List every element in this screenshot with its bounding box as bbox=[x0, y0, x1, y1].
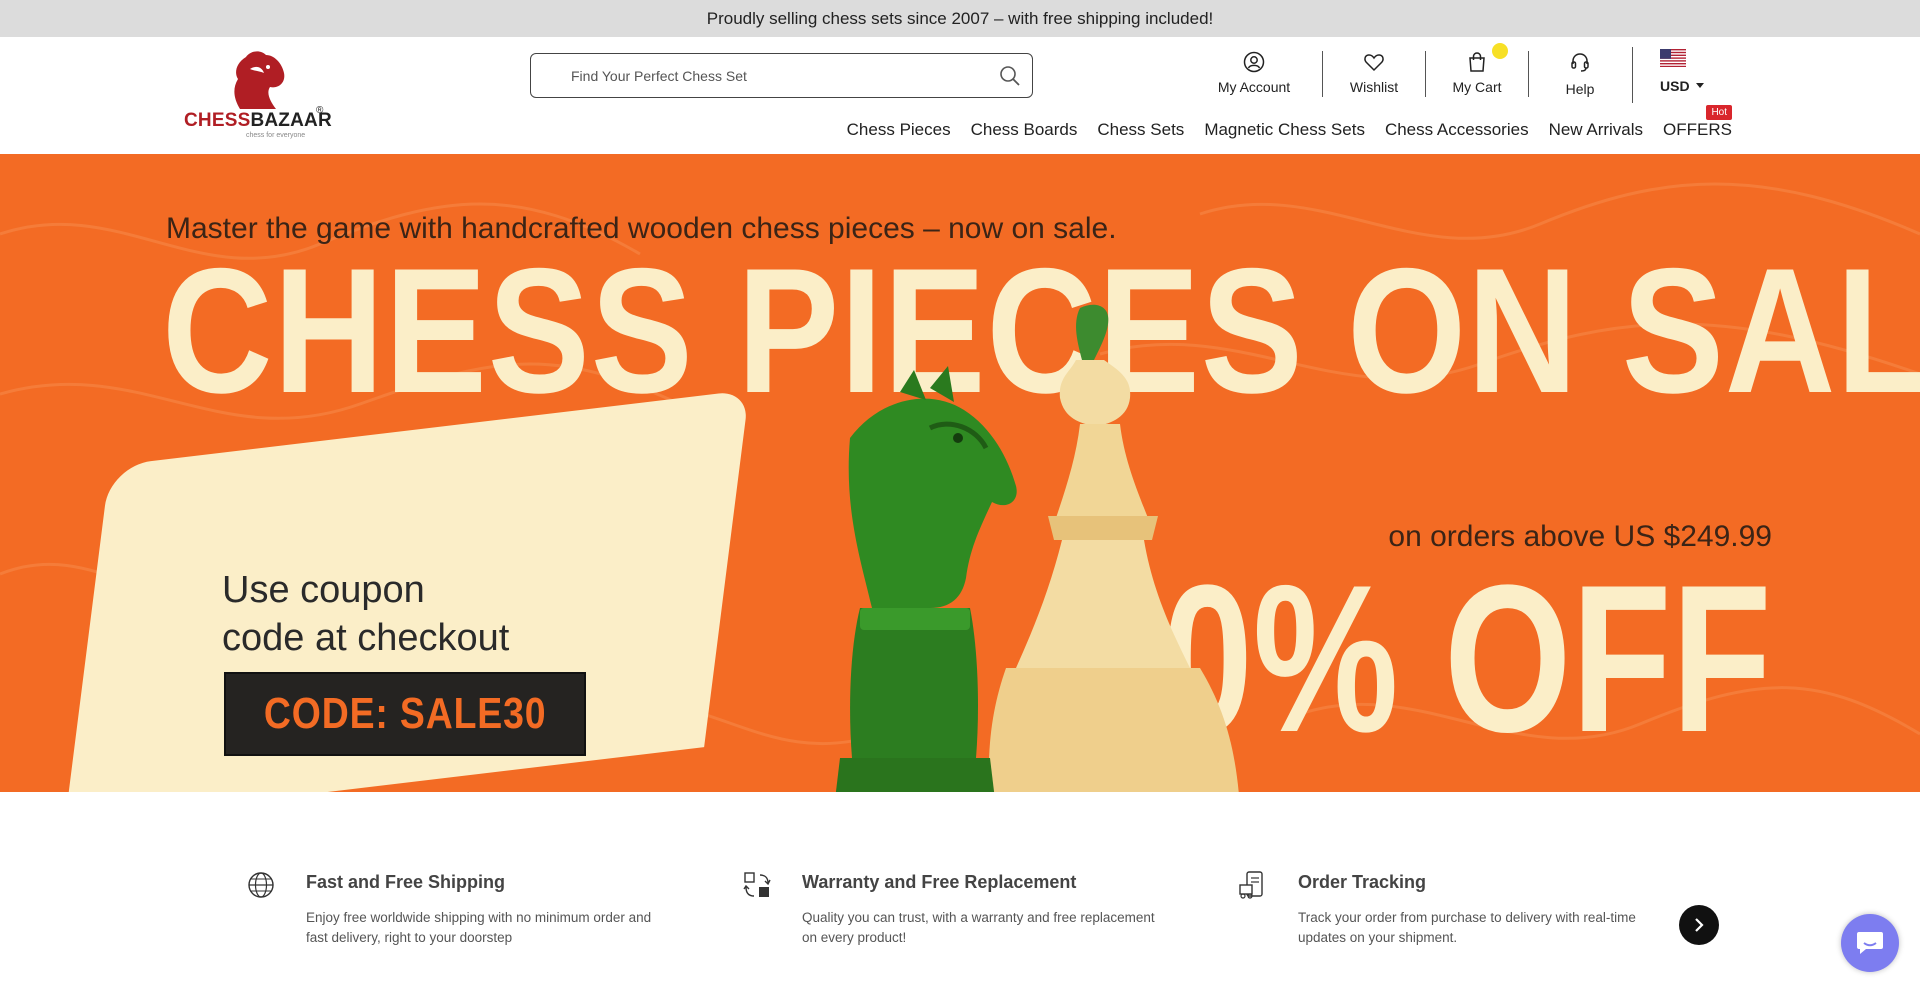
main-nav: Chess Pieces Chess Boards Chess Sets Mag… bbox=[847, 105, 1732, 140]
coupon-code-box: CODE: SALE30 bbox=[224, 672, 586, 756]
nav-offers[interactable]: OFFERS Hot bbox=[1663, 105, 1732, 140]
replacement-icon bbox=[743, 872, 771, 897]
coupon-line-1: Use coupon bbox=[222, 569, 425, 611]
feature-description: Track your order from purchase to delive… bbox=[1298, 910, 1636, 945]
help-label: Help bbox=[1565, 81, 1595, 97]
my-cart-label: My Cart bbox=[1452, 79, 1502, 95]
my-account-label: My Account bbox=[1217, 79, 1291, 95]
nav-chess-pieces[interactable]: Chess Pieces bbox=[847, 120, 951, 140]
brand-name: CHESSBAZAAR bbox=[184, 110, 332, 132]
feature-description: Quality you can trust, with a warranty a… bbox=[802, 910, 1155, 945]
help-button[interactable]: Help bbox=[1552, 47, 1608, 97]
brand-part-chess: CHESS bbox=[184, 110, 251, 131]
caret-down-icon bbox=[1695, 83, 1704, 88]
brand-tagline: chess for everyone bbox=[246, 132, 306, 139]
registered-mark: ® bbox=[316, 105, 324, 116]
search-icon[interactable] bbox=[998, 64, 1022, 88]
divider bbox=[1528, 51, 1529, 97]
feature-title: Order Tracking bbox=[1298, 872, 1427, 892]
currency-selector[interactable]: USD bbox=[1660, 49, 1730, 94]
heart-icon bbox=[1364, 54, 1384, 72]
nav-new-arrivals[interactable]: New Arrivals bbox=[1549, 120, 1643, 140]
site-header: CHESSBAZAAR ® chess for everyone My Acco… bbox=[0, 37, 1920, 154]
nav-chess-sets[interactable]: Chess Sets bbox=[1097, 120, 1184, 140]
user-icon bbox=[1243, 51, 1265, 73]
coupon-instructions: Use coupon code at checkout bbox=[222, 566, 509, 662]
chess-pieces-image bbox=[835, 304, 1239, 792]
chat-bubble-icon bbox=[1857, 932, 1883, 954]
us-flag-icon bbox=[1660, 49, 1686, 67]
site-logo[interactable]: CHESSBAZAAR ® chess for everyone bbox=[184, 49, 332, 139]
feature-description: Enjoy free worldwide shipping with no mi… bbox=[306, 910, 652, 945]
nav-chess-accessories[interactable]: Chess Accessories bbox=[1385, 120, 1529, 140]
wishlist-label: Wishlist bbox=[1349, 79, 1399, 95]
chat-widget-button[interactable] bbox=[1841, 914, 1899, 972]
coupon-line-2: code at checkout bbox=[222, 617, 510, 659]
nav-chess-boards[interactable]: Chess Boards bbox=[971, 120, 1078, 140]
feature-title: Fast and Free Shipping bbox=[306, 872, 506, 892]
announcement-bar: Proudly selling chess sets since 2007 – … bbox=[0, 0, 1920, 37]
chevron-right-icon bbox=[1695, 918, 1704, 932]
divider bbox=[1425, 51, 1426, 97]
search-bar bbox=[530, 53, 1033, 98]
search-input[interactable] bbox=[571, 67, 971, 84]
announcement-text: Proudly selling chess sets since 2007 – … bbox=[706, 8, 1214, 28]
features-next-button[interactable] bbox=[1679, 905, 1719, 945]
cart-count-badge bbox=[1492, 43, 1508, 59]
divider bbox=[1322, 51, 1323, 97]
my-account-button[interactable]: My Account bbox=[1218, 47, 1290, 95]
wishlist-button[interactable]: Wishlist bbox=[1344, 47, 1404, 95]
coupon-code: CODE: SALE30 bbox=[263, 689, 547, 738]
globe-icon bbox=[248, 872, 274, 898]
feature-title: Warranty and Free Replacement bbox=[802, 872, 1077, 892]
divider bbox=[1632, 47, 1633, 103]
currency-code: USD bbox=[1660, 78, 1690, 94]
nav-magnetic-chess-sets[interactable]: Magnetic Chess Sets bbox=[1204, 120, 1365, 140]
hot-badge: Hot bbox=[1706, 105, 1732, 120]
tracking-icon bbox=[1239, 871, 1263, 899]
knight-logo-icon bbox=[234, 51, 285, 109]
hero-banner[interactable]: Master the game with handcrafted wooden … bbox=[0, 154, 1920, 792]
nav-offers-label: OFFERS bbox=[1663, 120, 1732, 139]
headset-icon bbox=[1571, 53, 1589, 72]
shopping-bag-icon bbox=[1469, 52, 1485, 72]
